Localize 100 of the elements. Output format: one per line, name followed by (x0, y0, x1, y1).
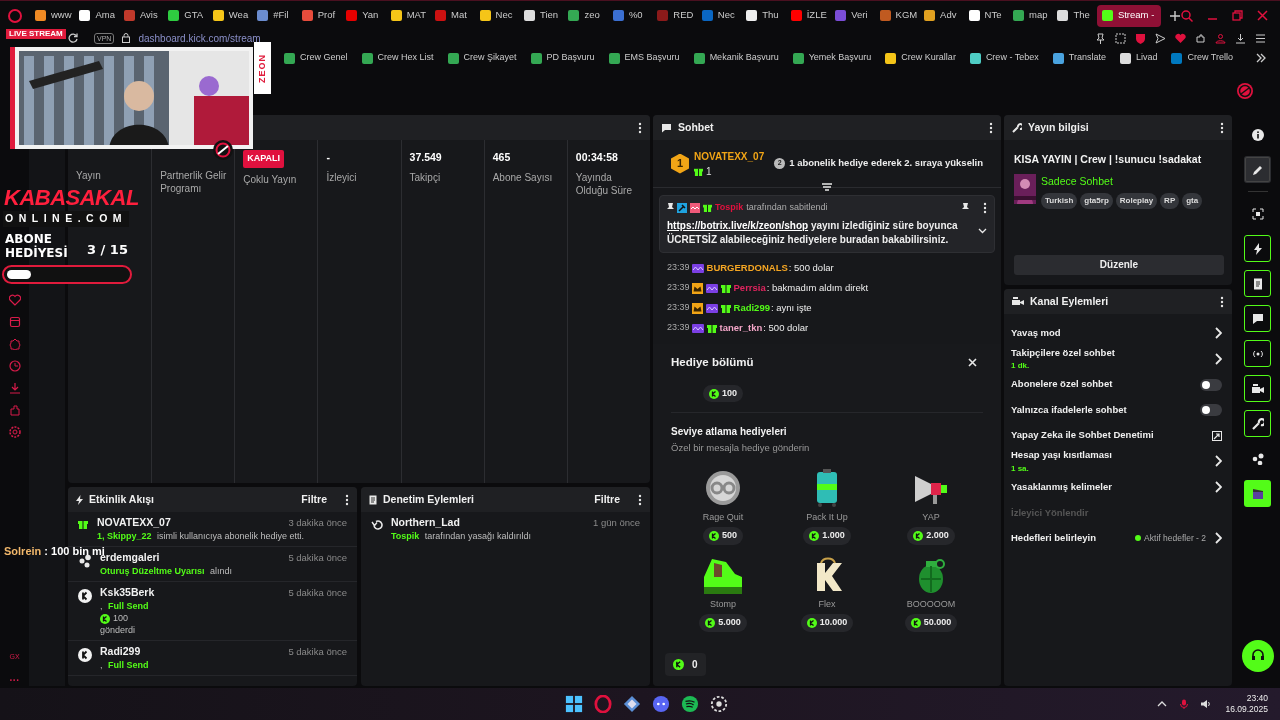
pinned-link[interactable]: https://botrix.live/k/zeon/shop (667, 219, 809, 231)
browser-logo-icon[interactable] (594, 695, 613, 713)
settings-icon[interactable] (8, 426, 21, 438)
bookmark[interactable]: Crew Genel (284, 51, 348, 65)
toolbar-button[interactable] (1244, 270, 1271, 297)
action-label[interactable]: Abonelere özel sohbet (1011, 377, 1196, 392)
music-app-icon[interactable] (681, 695, 700, 713)
price-tag[interactable]: 100 (703, 384, 743, 403)
toggle-switch[interactable] (1200, 378, 1222, 391)
toolbar-button[interactable] (1244, 156, 1271, 183)
toolbar-button[interactable] (1244, 340, 1271, 367)
extensions-icon[interactable] (1195, 32, 1206, 44)
price-tag[interactable]: 50.000 (904, 614, 958, 632)
more-icon[interactable] (345, 493, 349, 506)
browser-tab[interactable]: zeo (563, 4, 608, 27)
edit-button[interactable]: Düzenle (1014, 254, 1224, 275)
chat-app-icon[interactable] (652, 695, 671, 713)
browser-tab[interactable]: www (30, 4, 75, 27)
bookmark[interactable]: Crew Kurallar (885, 51, 956, 65)
price-tag[interactable]: 2.000 (907, 527, 955, 545)
pin-icon[interactable] (1095, 32, 1106, 44)
profile-icon[interactable] (1215, 32, 1226, 44)
browser-tab[interactable]: Prof (296, 4, 342, 27)
browser-tab[interactable]: NTe (963, 4, 1008, 27)
toggle-switch[interactable] (1200, 404, 1222, 416)
browser-tab[interactable]: Adv (919, 4, 964, 27)
tag-chip[interactable]: Roleplay (1115, 192, 1158, 209)
browser-tab[interactable]: RED (652, 4, 697, 27)
filter-button[interactable]: Filtre (594, 491, 620, 508)
browser-tab[interactable]: Wea (207, 4, 253, 27)
collapse-icon[interactable] (822, 183, 832, 192)
browser-tab[interactable]: GTA (163, 4, 208, 27)
more-bookmarks-icon[interactable] (1256, 53, 1266, 63)
action-label[interactable]: Takipçilere özel sohbet (1011, 345, 1210, 360)
browser-tab[interactable]: Nec (474, 4, 519, 27)
toolbar-button[interactable] (1244, 305, 1271, 332)
browser-tab[interactable]: MAT (385, 4, 431, 27)
tag-chip[interactable]: gta5rp (1080, 192, 1113, 209)
more-icon[interactable] (989, 121, 993, 134)
browser-tab[interactable]: map (1007, 4, 1053, 27)
history-icon[interactable] (8, 360, 21, 372)
badge-icon[interactable] (8, 338, 21, 350)
bookmark[interactable]: EMS Başvuru (608, 51, 680, 65)
price-tag[interactable]: 500 (703, 527, 743, 545)
browser-tab[interactable]: %0 (607, 4, 653, 27)
chevron-right-icon[interactable] (1214, 326, 1222, 339)
price-tag[interactable]: 10.000 (800, 614, 854, 632)
browser-tab[interactable]: Stream - (1096, 4, 1161, 27)
cube-icon[interactable] (8, 316, 21, 328)
more-icon[interactable] (1220, 121, 1224, 134)
app-diamond-icon[interactable] (623, 695, 642, 713)
bookmark[interactable]: Crew Hex List (361, 51, 434, 65)
expand-icon[interactable] (978, 227, 987, 234)
tag-chip[interactable]: Turkish (1041, 192, 1078, 209)
menu-icon[interactable] (1255, 32, 1266, 44)
speaker-icon[interactable] (1201, 699, 1212, 709)
price-tag[interactable]: 5.000 (699, 614, 747, 632)
bookmark[interactable]: Crew Trello (1171, 51, 1233, 65)
snapshot-icon[interactable] (1115, 32, 1126, 44)
tag-chip[interactable]: gta (1182, 192, 1203, 209)
chevron-right-icon[interactable] (1214, 352, 1222, 365)
chevron-up-icon[interactable] (1157, 699, 1168, 709)
browser-tab[interactable]: Veri (830, 4, 875, 27)
action-label[interactable]: Yapay Zeka ile Sohbet Denetimi (1011, 428, 1208, 443)
send-icon[interactable] (1155, 32, 1166, 44)
browser-tab[interactable]: The (1052, 4, 1097, 27)
browser-tab[interactable]: Nec (696, 4, 742, 27)
browser-tab[interactable]: Yan (341, 4, 386, 27)
gear-app-icon[interactable] (710, 695, 729, 713)
more-icon[interactable] (638, 121, 642, 134)
action-label[interactable]: Yalnızca ifadelerle sohbet (1011, 402, 1196, 418)
browser-logo-icon[interactable] (8, 8, 22, 23)
bookmark[interactable]: Yemek Başvuru (792, 51, 872, 65)
bookmark[interactable]: Crew Şikayet (447, 51, 517, 65)
heart-icon[interactable] (8, 294, 21, 306)
bookmark[interactable]: Livad (1119, 51, 1158, 65)
windows-icon[interactable] (565, 695, 584, 713)
clock-date[interactable]: 16.09.2025 (1225, 704, 1268, 715)
heart-icon[interactable] (1175, 32, 1186, 44)
browser-tab[interactable]: Thu (741, 4, 786, 27)
clock-time[interactable]: 23:40 (1246, 693, 1268, 704)
toolbar-button[interactable] (1244, 375, 1271, 402)
search-icon[interactable] (1181, 9, 1193, 22)
browser-tab[interactable]: Avis (118, 4, 164, 27)
reload-icon[interactable] (68, 33, 78, 43)
more-icon[interactable] (638, 493, 642, 506)
browser-tab[interactable]: Mat (430, 4, 475, 27)
browser-tab[interactable]: KGM (874, 4, 920, 27)
bookmark[interactable]: Mekanik Başvuru (693, 51, 779, 65)
browser-tab[interactable]: İZLE (785, 4, 831, 27)
new-tab-icon[interactable] (1168, 9, 1181, 22)
shield-icon[interactable] (1135, 32, 1146, 44)
chevron-right-icon[interactable] (1214, 532, 1222, 545)
bookmark[interactable]: PD Başvuru (530, 51, 595, 65)
chevron-right-icon[interactable] (1214, 481, 1222, 494)
external-link-icon[interactable] (1212, 430, 1222, 441)
action-label[interactable]: Yavaş mod (1011, 325, 1210, 340)
toolbar-button[interactable] (1244, 480, 1271, 507)
filter-button[interactable]: Filtre (301, 491, 327, 508)
action-label[interactable]: Yasaklanmış kelimeler (1011, 480, 1210, 495)
